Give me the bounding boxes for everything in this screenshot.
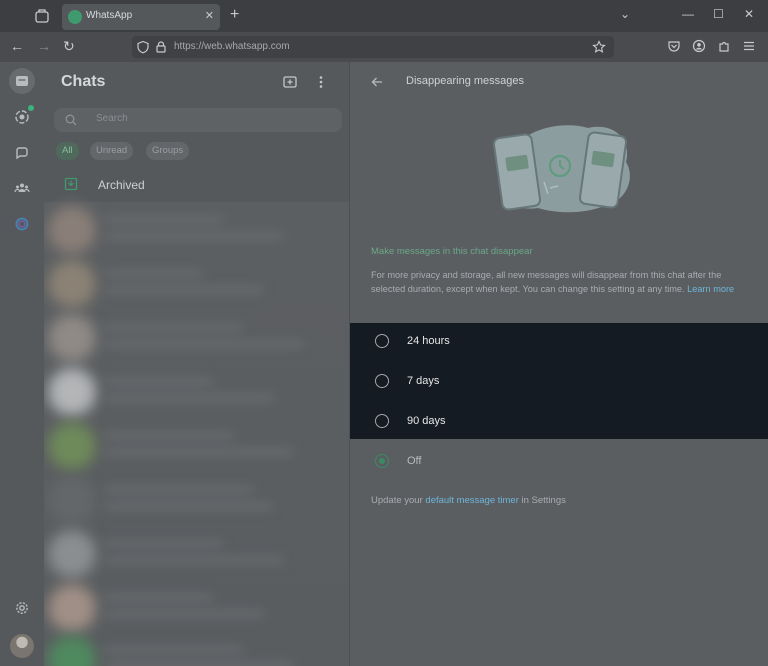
option-off[interactable]: Off (350, 442, 768, 482)
new-chat-icon[interactable] (282, 74, 298, 90)
browser-tab-whatsapp[interactable]: WhatsApp ✕ (62, 4, 220, 30)
profile-avatar[interactable] (10, 634, 34, 658)
status-unread-dot (28, 105, 34, 111)
rail-settings-button[interactable] (9, 595, 35, 621)
option-24-hours[interactable]: 24 hours (350, 322, 768, 362)
search-input[interactable] (96, 113, 326, 124)
list-item[interactable] (44, 472, 349, 524)
tab-close-icon[interactable]: ✕ (205, 9, 214, 22)
rail-meta-ai-button[interactable] (9, 211, 35, 237)
option-7-days[interactable]: 7 days (350, 362, 768, 402)
page-title: Disappearing messages (406, 75, 525, 87)
reload-icon[interactable]: ↻ (63, 38, 75, 55)
shield-icon[interactable] (136, 40, 150, 54)
chats-title: Chats (61, 73, 106, 90)
list-item[interactable] (44, 256, 349, 308)
browser-tab-bar: WhatsApp ✕ + ⌄ — ☐ ✕ (0, 0, 768, 32)
list-item[interactable] (44, 418, 349, 470)
close-window-icon[interactable]: ✕ (744, 7, 754, 21)
back-nav-icon[interactable]: ← (10, 38, 24, 54)
blurred-chat-list (44, 202, 349, 666)
radio-90-days[interactable] (375, 414, 389, 428)
learn-more-link[interactable]: Learn more (687, 284, 734, 294)
forward-nav-icon[interactable]: → (37, 38, 51, 54)
rail-status-button[interactable] (9, 104, 35, 130)
filter-chip-all[interactable]: All (56, 142, 79, 160)
rail-communities-button[interactable] (9, 175, 35, 201)
more-options-icon[interactable] (313, 74, 329, 90)
archived-label: Archived (98, 178, 145, 192)
account-icon[interactable] (692, 39, 706, 53)
rail-chats-button[interactable] (9, 68, 35, 94)
description-text: For more privacy and storage, all new me… (371, 270, 735, 294)
hamburger-menu-icon[interactable] (742, 39, 756, 53)
browser-nav-bar: ← → ↻ https://web.whatsapp.com (0, 32, 768, 62)
list-item[interactable] (44, 632, 349, 666)
chat-list-panel: Chats All Unread Groups Archived (44, 62, 350, 666)
search-icon (65, 114, 77, 126)
app-nav-rail (0, 62, 44, 666)
option-label: 24 hours (407, 335, 450, 347)
list-item[interactable] (44, 364, 349, 416)
tab-list-icon[interactable] (34, 8, 50, 24)
disappearing-messages-panel: Disappearing messages Make messages in t… (350, 62, 768, 666)
settings-gear-icon (16, 602, 28, 614)
section-subheading: Make messages in this chat disappear (371, 246, 533, 257)
radio-24-hours[interactable] (375, 334, 389, 348)
radio-off[interactable] (375, 454, 389, 468)
new-tab-icon[interactable]: + (230, 6, 239, 24)
channels-icon (16, 147, 28, 160)
option-label: Off (407, 455, 422, 467)
status-icon (15, 110, 29, 124)
meta-ai-icon (15, 217, 29, 231)
disappearing-messages-illustration (492, 125, 630, 213)
back-arrow-icon[interactable] (370, 75, 384, 89)
list-item[interactable] (44, 526, 349, 578)
filter-chip-unread[interactable]: Unread (90, 142, 134, 160)
minimize-window-icon[interactable]: — (682, 7, 694, 21)
tab-overflow-chevron-icon[interactable]: ⌄ (620, 7, 630, 21)
archived-row[interactable]: Archived (44, 170, 349, 198)
chats-icon (16, 76, 28, 86)
option-label: 90 days (407, 415, 446, 427)
lock-icon[interactable] (154, 40, 168, 54)
tab-title: WhatsApp (86, 10, 133, 21)
communities-icon (14, 183, 30, 193)
rail-channels-button[interactable] (9, 140, 35, 166)
default-timer-note: Update your default message timer in Set… (371, 495, 566, 506)
list-item[interactable] (44, 580, 349, 632)
default-message-timer-link[interactable]: default message timer (425, 495, 518, 506)
address-bar[interactable]: https://web.whatsapp.com (132, 36, 614, 58)
option-label: 7 days (407, 375, 440, 387)
radio-7-days[interactable] (375, 374, 389, 388)
url-text: https://web.whatsapp.com (174, 41, 290, 52)
filter-chip-groups[interactable]: Groups (146, 142, 190, 160)
search-box (54, 108, 342, 132)
list-item[interactable] (44, 202, 349, 254)
maximize-window-icon[interactable]: ☐ (713, 7, 724, 21)
archive-box-icon (64, 177, 78, 191)
pocket-icon[interactable] (667, 39, 681, 53)
extensions-puzzle-icon[interactable] (717, 39, 731, 53)
bookmark-star-icon[interactable] (592, 40, 606, 54)
option-90-days[interactable]: 90 days (350, 402, 768, 442)
whatsapp-favicon-icon (68, 10, 82, 24)
list-item[interactable] (44, 310, 349, 362)
